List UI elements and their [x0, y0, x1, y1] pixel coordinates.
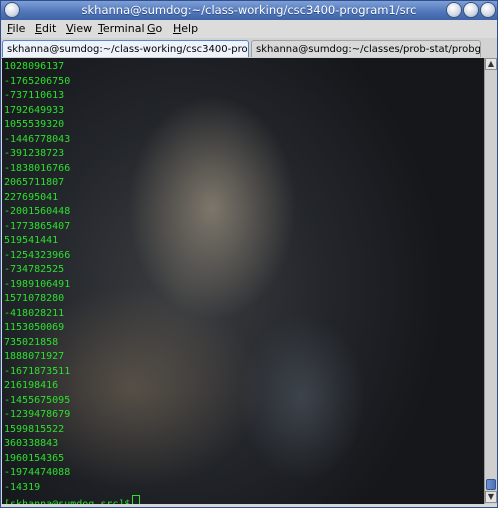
terminal-line: 1599815522 — [4, 423, 65, 435]
terminal-line: 519541441 — [4, 235, 59, 246]
terminal-line: -1446778043 — [4, 133, 71, 145]
menu-bar: File Edit View Terminal Go Help — [1, 20, 497, 39]
terminal-line: -1765206750 — [4, 75, 71, 87]
terminal-line: 1028096137 — [4, 61, 65, 72]
terminal-line: 1571078280 — [4, 293, 65, 304]
terminal-line: -391238723 — [4, 148, 65, 159]
scroll-down-arrow-icon[interactable]: ▼ — [485, 491, 497, 503]
terminal-line: 1960154365 — [4, 452, 65, 464]
terminal-line: -14319 — [4, 481, 41, 493]
terminal-line: 1888071927 — [4, 351, 65, 362]
tab-strip: skhanna@sumdog:~/class-working/csc3400-p… — [1, 38, 497, 59]
scrollbar-thumb[interactable] — [486, 479, 496, 490]
terminal-line: -1989106491 — [4, 278, 71, 290]
menu-file[interactable]: File — [7, 22, 25, 35]
terminal-line: 1153050069 — [4, 322, 65, 333]
terminal-window: skhanna@sumdog:~/class-working/csc3400-p… — [0, 0, 498, 508]
terminal-line: -1773865407 — [4, 220, 71, 232]
terminal-line: -737110613 — [4, 90, 65, 101]
title-bar[interactable]: skhanna@sumdog:~/class-working/csc3400-p… — [1, 1, 497, 20]
terminal-line: -2001560448 — [4, 206, 71, 217]
terminal-line: 735021858 — [4, 336, 59, 348]
menu-help[interactable]: Help — [173, 22, 198, 35]
terminal-line: -1254323966 — [4, 249, 71, 261]
terminal-line: 1792649933 — [4, 104, 65, 116]
menu-terminal[interactable]: Terminal — [98, 22, 145, 35]
terminal-prompt-line: [skhanna@sumdog src]$ — [4, 495, 141, 504]
menu-view[interactable]: View — [66, 22, 92, 35]
terminal-line: 1055539320 — [4, 119, 65, 130]
close-button[interactable] — [481, 3, 495, 17]
terminal-line: -1671873511 — [4, 365, 71, 377]
terminal-line: -1455675095 — [4, 394, 71, 406]
terminal-line: -1974474088 — [4, 467, 71, 478]
maximize-button[interactable] — [464, 3, 478, 17]
terminal-line: 216198416 — [4, 380, 59, 391]
tab-csc3400-program[interactable]: skhanna@sumdog:~/class-working/csc3400-p… — [2, 40, 249, 57]
window-title: skhanna@sumdog:~/class-working/csc3400-p… — [81, 3, 417, 17]
terminal-line: 227695041 — [4, 191, 59, 203]
vertical-scrollbar[interactable]: ▲ ▼ — [484, 58, 497, 504]
terminal-output[interactable]: 1028096137 -1765206750 -737110613 179264993… — [2, 58, 484, 504]
minimize-button[interactable] — [447, 3, 461, 17]
terminal-line: -418028211 — [4, 307, 65, 319]
tab-probgen[interactable]: skhanna@sumdog:~/classes/prob-stat/probg… — [251, 40, 481, 57]
terminal-line: 360338843 — [4, 438, 59, 449]
terminal-lines: 1028096137 -1765206750 -737110613 179264993… — [4, 60, 141, 504]
menu-edit[interactable]: Edit — [35, 22, 56, 35]
shell-prompt: [skhanna@sumdog src]$ — [4, 499, 130, 504]
terminal-line: -734782525 — [4, 264, 65, 275]
terminal-line: 2065711807 — [4, 177, 65, 188]
text-cursor — [132, 495, 141, 504]
scroll-up-arrow-icon[interactable]: ▲ — [485, 58, 497, 70]
terminal-line: -1838016766 — [4, 162, 71, 174]
terminal-line: -1239478679 — [4, 409, 71, 420]
menu-go[interactable]: Go — [147, 22, 162, 35]
